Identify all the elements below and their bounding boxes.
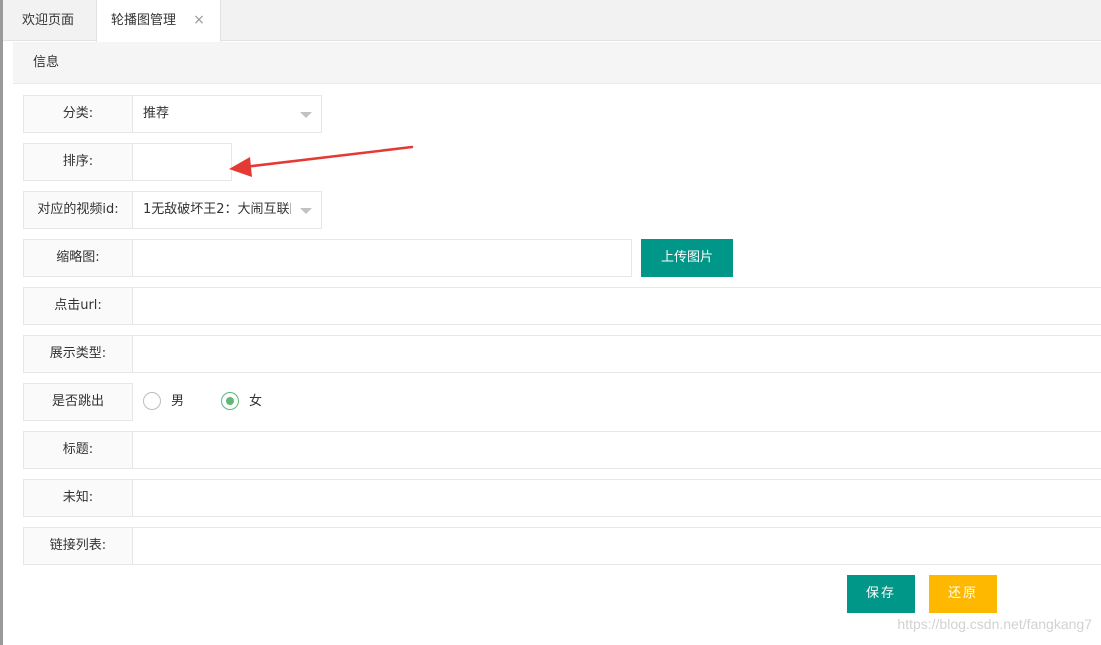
thumbnail-label: 缩略图:: [23, 239, 133, 277]
upload-image-button[interactable]: 上传图片: [641, 239, 733, 277]
jump-label: 是否跳出: [23, 383, 133, 421]
unknown-input[interactable]: [132, 479, 1101, 517]
radio-male-label: 男: [171, 394, 185, 409]
save-button[interactable]: 保存: [847, 575, 915, 613]
tab-carousel-label: 轮播图管理: [111, 13, 177, 28]
chevron-down-icon: [300, 208, 312, 214]
section-header: 信息: [13, 42, 1101, 84]
watermark: https://blog.csdn.net/fangkang7: [897, 616, 1092, 632]
section-title: 信息: [33, 55, 60, 70]
category-select-value: 推荐: [143, 106, 170, 121]
tab-welcome-label: 欢迎页面: [22, 13, 75, 28]
category-select[interactable]: 推荐: [132, 95, 322, 133]
radio-female-label: 女: [249, 394, 263, 409]
title-input[interactable]: [132, 431, 1101, 469]
video-id-label: 对应的视频id:: [23, 191, 133, 229]
tab-carousel-management[interactable]: 轮播图管理 ×: [96, 0, 221, 42]
click-url-label: 点击url:: [23, 287, 133, 325]
video-id-select[interactable]: 1无敌破坏王2：大闹互联网: [132, 191, 322, 229]
unknown-label: 未知:: [23, 479, 133, 517]
tab-welcome[interactable]: 欢迎页面: [3, 0, 96, 41]
sort-input[interactable]: [132, 143, 232, 181]
link-list-label: 链接列表:: [23, 527, 133, 565]
reset-button[interactable]: 还原: [929, 575, 997, 613]
thumbnail-input[interactable]: [132, 239, 632, 277]
page: 欢迎页面 轮播图管理 × 信息 分类: 推荐 排序: 对应的视频id: 1无敌破…: [0, 0, 1101, 645]
sort-label: 排序:: [23, 143, 133, 181]
video-id-select-value: 1无敌破坏王2：大闹互联网: [143, 202, 291, 217]
click-url-input[interactable]: [132, 287, 1101, 325]
category-label: 分类:: [23, 95, 133, 133]
display-type-input[interactable]: [132, 335, 1101, 373]
link-list-input[interactable]: [132, 527, 1101, 565]
radio-female[interactable]: [221, 392, 239, 410]
display-type-label: 展示类型:: [23, 335, 133, 373]
left-border: [0, 0, 3, 645]
title-label: 标题:: [23, 431, 133, 469]
close-icon[interactable]: ×: [192, 0, 206, 41]
tab-bar: 欢迎页面 轮播图管理 ×: [3, 0, 1101, 42]
radio-male[interactable]: [143, 392, 161, 410]
chevron-down-icon: [300, 112, 312, 118]
